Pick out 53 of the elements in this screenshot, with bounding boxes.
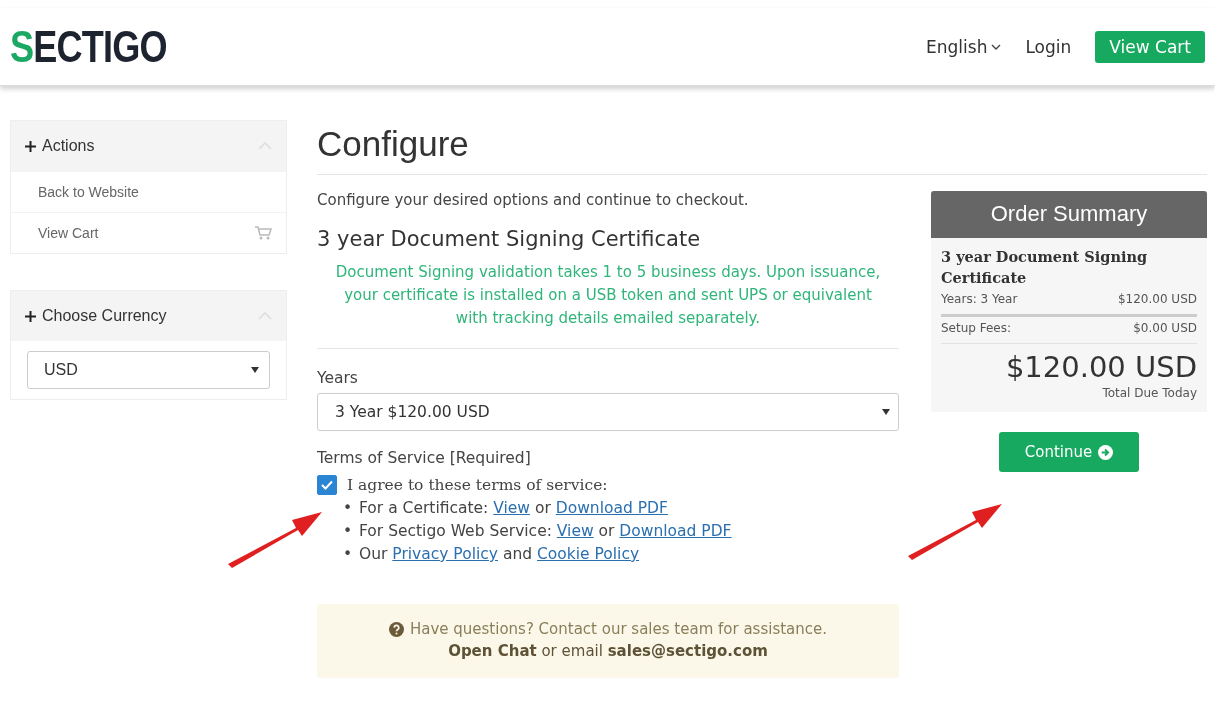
question-icon	[388, 621, 404, 637]
checkbox[interactable]	[317, 475, 337, 495]
sidebar-item[interactable]: Back to Website	[11, 171, 286, 212]
summary-title: Order Summary	[931, 191, 1207, 238]
checkbox-label: I agree to these terms of service:	[347, 476, 608, 494]
product-title: 3 year Document Signing Certificate	[317, 227, 702, 251]
login-link[interactable]: Login	[1025, 36, 1072, 57]
years-select[interactable]: 3 Year $120.00 USD	[317, 393, 899, 431]
link[interactable]: View	[493, 497, 531, 520]
panel-title[interactable]: Actions	[42, 137, 95, 155]
link[interactable]: View	[556, 520, 594, 543]
list-text: or	[533, 498, 552, 519]
view-cart-button[interactable]: View Cart	[1095, 30, 1205, 63]
total-amount: $120.00 USD	[1004, 350, 1197, 384]
summary-product: 3 year Document Signing Certificate	[941, 247, 1149, 288]
list-text: For a Certificate:	[359, 498, 490, 519]
link[interactable]: Download PDF	[555, 497, 668, 520]
link[interactable]: Privacy Policy	[392, 543, 498, 566]
caret-icon	[251, 367, 259, 373]
contact-text: Open Chat or email sales@sectigo.com	[448, 642, 768, 660]
list-text: or	[597, 521, 616, 542]
link[interactable]: Cookie Policy	[537, 543, 640, 566]
list-text: Our	[359, 544, 389, 565]
cart-icon	[254, 225, 272, 241]
notice-text: Document Signing validation takes 1 to 5 business days. Upon issuance, your certificate is installed on a USB token and sent UPS or equivalent with tracking details emailed separately.	[317, 261, 899, 349]
list-text: For Sectigo Web Service:	[359, 521, 553, 542]
field-label: Years	[317, 369, 359, 387]
language-menu[interactable]: English	[926, 36, 1002, 57]
summary-label: Years: 3 Year	[941, 292, 1018, 306]
bullet: •	[343, 544, 354, 565]
bullet: •	[343, 498, 354, 519]
field-label: Terms of Service [Required]	[317, 449, 532, 467]
summary-value: $120.00 USD	[1117, 292, 1197, 306]
caret-icon	[882, 409, 890, 415]
logo-mark[interactable]: S	[10, 21, 34, 72]
total-label: Total Due Today	[1101, 386, 1197, 400]
panel-title[interactable]: Choose Currency	[42, 307, 167, 325]
plus-icon	[25, 310, 36, 322]
sidebar-item[interactable]: View Cart	[11, 212, 286, 253]
summary-value: $0.00 USD	[1133, 321, 1197, 335]
summary-label: Setup Fees:	[941, 321, 1012, 335]
continue-button[interactable]: Continue	[998, 432, 1140, 472]
help-text: Have questions? Contact our sales team for assistance.	[409, 620, 828, 638]
check-icon	[321, 480, 333, 490]
currency-select[interactable]: USD	[27, 351, 270, 389]
bullet: •	[343, 521, 354, 542]
chevron-icon	[991, 43, 1002, 50]
plus-icon	[25, 140, 36, 152]
list-text: and	[501, 544, 534, 565]
page-title: Configure	[317, 120, 1207, 175]
logo-text[interactable]: ECTIGO	[33, 21, 167, 72]
intro-text: Configure your desired options and continue to checkout.	[317, 191, 750, 209]
link[interactable]: Download PDF	[619, 520, 732, 543]
